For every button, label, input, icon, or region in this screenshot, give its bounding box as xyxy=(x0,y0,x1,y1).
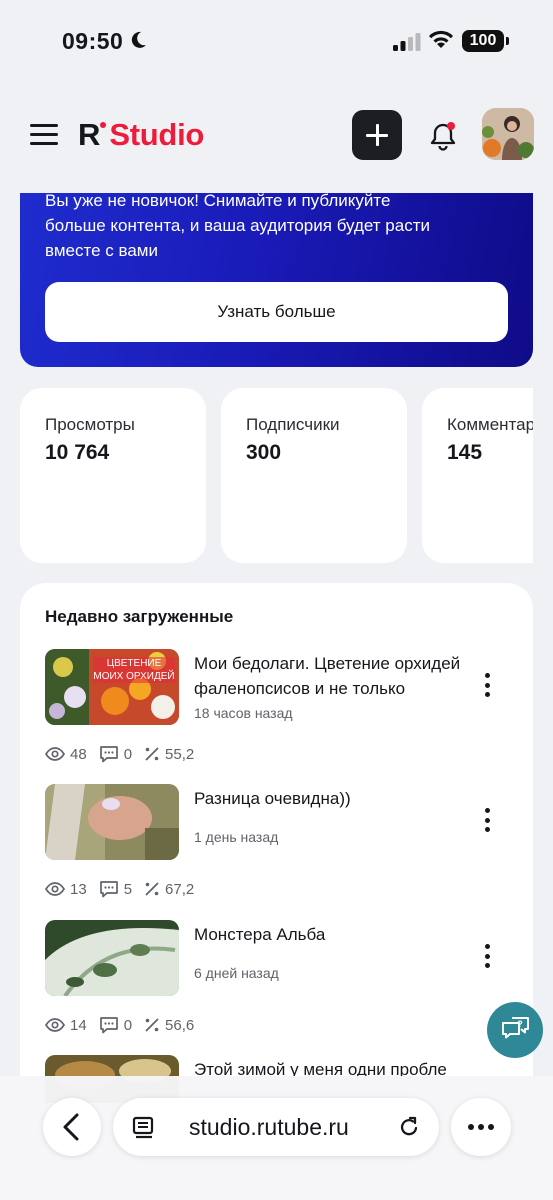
signal-icon xyxy=(393,33,421,51)
video-metrics: 14 0 56,6 xyxy=(45,1016,206,1034)
video-thumbnail[interactable] xyxy=(45,784,179,860)
logo-studio: Studio xyxy=(109,117,205,152)
stat-card-comments[interactable]: Комментарии 145 xyxy=(422,388,533,563)
thumbnail-caption: ЦВЕТЕНИЕ МОИХ ОРХИДЕЙ xyxy=(93,658,175,682)
stat-value: 145 xyxy=(447,441,483,464)
logo-dot xyxy=(100,122,107,128)
retention-percent: 67,2 xyxy=(165,880,195,898)
stat-value: 10 764 xyxy=(45,441,110,464)
video-thumbnail[interactable] xyxy=(45,920,179,996)
status-bar: 09:50 100 xyxy=(0,0,553,84)
svg-text:?: ? xyxy=(517,1019,523,1029)
battery-indicator: 100 xyxy=(462,30,509,52)
video-time: 18 часов назад xyxy=(194,705,293,721)
video-metrics: 13 5 67,2 xyxy=(45,880,206,898)
wifi-icon xyxy=(429,30,453,48)
percent-icon xyxy=(145,747,159,761)
stat-label: Просмотры xyxy=(45,415,135,434)
comments-count: 5 xyxy=(123,880,133,898)
eye-icon xyxy=(45,882,65,896)
address-bar[interactable]: studio.rutube.ru xyxy=(113,1098,439,1156)
promo-banner: Вы уже не новичок! Снимайте и публикуйте… xyxy=(20,191,533,367)
video-title[interactable]: Разница очевидна)) xyxy=(194,786,464,811)
eye-icon xyxy=(45,1018,65,1032)
bell-icon[interactable] xyxy=(427,120,459,152)
views-count: 13 xyxy=(70,880,87,898)
section-title: Недавно загруженные xyxy=(45,607,234,626)
more-vertical-icon[interactable] xyxy=(482,808,492,836)
stats-carousel[interactable]: Просмотры 10 764 Подписчики 300 Коммента… xyxy=(0,388,533,564)
comments-count: 0 xyxy=(123,1016,133,1034)
url-text: studio.rutube.ru xyxy=(189,1114,349,1140)
upload-plus-button[interactable] xyxy=(352,110,402,160)
more-vertical-icon[interactable] xyxy=(482,944,492,972)
avatar[interactable] xyxy=(482,108,534,160)
video-title[interactable]: Мои бедолаги. Цветение орхидей фаленопси… xyxy=(194,651,464,701)
percent-icon xyxy=(145,882,159,896)
views-count: 14 xyxy=(70,1016,87,1034)
video-title[interactable]: Монстера Альба xyxy=(194,922,464,947)
eye-icon xyxy=(45,747,65,761)
more-vertical-icon[interactable] xyxy=(482,673,492,701)
video-metrics: 48 0 55,2 xyxy=(45,745,206,763)
comment-icon xyxy=(99,881,118,898)
app-header: R Studio xyxy=(0,100,553,170)
retention-percent: 56,6 xyxy=(165,1016,195,1034)
comment-icon xyxy=(99,746,118,763)
back-button[interactable] xyxy=(43,1098,101,1156)
recent-uploads-panel: Недавно загруженные ЦВЕТЕНИЕ МОИХ ОРХИДЕ… xyxy=(20,583,533,1103)
learn-more-button[interactable]: Узнать больше xyxy=(45,282,508,342)
moon-icon xyxy=(131,31,146,48)
stat-label: Комментарии xyxy=(447,415,533,434)
views-count: 48 xyxy=(70,745,87,763)
tabs-icon xyxy=(132,1116,154,1139)
browser-toolbar: studio.rutube.ru xyxy=(0,1076,553,1200)
menu-icon[interactable] xyxy=(30,124,58,146)
logo-r: R xyxy=(78,117,100,152)
comments-count: 0 xyxy=(123,745,133,763)
video-time: 6 дней назад xyxy=(194,965,279,981)
more-options-button[interactable] xyxy=(451,1098,511,1156)
status-time: 09:50 xyxy=(62,28,124,54)
reload-icon[interactable] xyxy=(396,1114,422,1140)
back-icon xyxy=(63,1113,79,1141)
comment-icon xyxy=(99,1017,118,1034)
retention-percent: 55,2 xyxy=(165,745,195,763)
help-chat-button[interactable]: ? xyxy=(487,1002,543,1058)
stat-card-views[interactable]: Просмотры 10 764 xyxy=(20,388,206,563)
help-chat-icon: ? xyxy=(502,1017,529,1039)
percent-icon xyxy=(145,1018,159,1032)
stat-label: Подписчики xyxy=(246,415,340,434)
more-horizontal-icon xyxy=(468,1124,494,1130)
stat-value: 300 xyxy=(246,441,282,464)
video-time: 1 день назад xyxy=(194,829,279,845)
promo-text: Вы уже не новичок! Снимайте и публикуйте… xyxy=(45,191,430,260)
rstudio-logo[interactable]: R Studio xyxy=(78,114,204,156)
stat-card-subscribers[interactable]: Подписчики 300 xyxy=(221,388,407,563)
video-thumbnail[interactable]: ЦВЕТЕНИЕ МОИХ ОРХИДЕЙ xyxy=(45,649,179,725)
